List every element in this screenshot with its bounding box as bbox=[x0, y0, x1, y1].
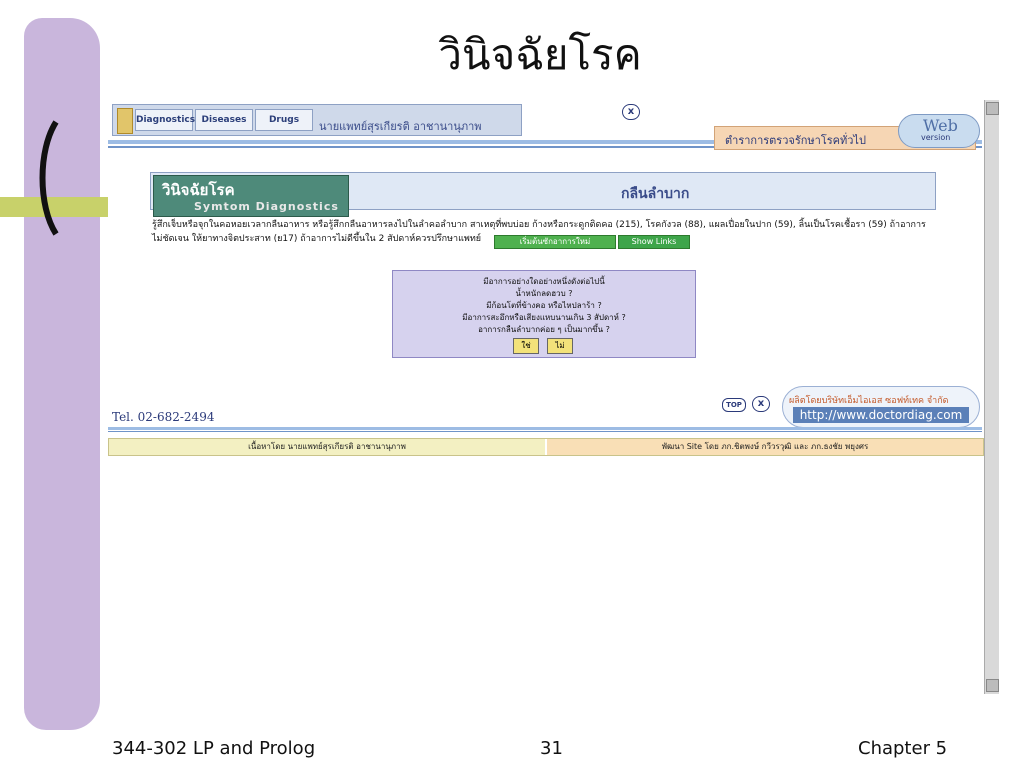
footer-divider-dark bbox=[108, 431, 982, 432]
symptom-heading: กลืนลำบาก bbox=[621, 186, 690, 202]
developer-credit: พัฒนา Site โดย ภก.ชิตพงษ์ กวีวรวุฒิ และ … bbox=[547, 439, 983, 455]
nav-diagnostics-tab[interactable]: Diagnostics bbox=[135, 109, 195, 131]
bracket-icon bbox=[39, 120, 59, 236]
close-icon[interactable]: x bbox=[752, 396, 770, 412]
top-button[interactable]: TOP bbox=[722, 398, 746, 412]
close-icon[interactable]: x bbox=[622, 104, 640, 120]
vertical-scrollbar[interactable] bbox=[984, 100, 999, 694]
doctor-name: นายแพทย์สุรเกียรติ อาชานานุภาพ bbox=[319, 120, 482, 133]
footer-divider bbox=[108, 427, 982, 430]
web-badge-version: version bbox=[921, 133, 951, 142]
no-button[interactable]: ไม่ bbox=[547, 338, 573, 354]
embedded-web-page: Diagnostics Diseases Drugs นายแพทย์สุรเก… bbox=[108, 100, 984, 694]
nav-drugs-tab[interactable]: Drugs bbox=[255, 109, 313, 131]
website-url-link[interactable]: http://www.doctordiag.com bbox=[793, 407, 969, 423]
company-brand: ผลิตโดยบริษัทเอ็มไอเอส ซอฟท์เทค จำกัด ht… bbox=[782, 386, 980, 428]
slide-footer-chapter: Chapter 5 bbox=[858, 738, 948, 759]
symptom-description-line2: ไม่ชัดเจน ให้ยาทางจิตประสาท (ย17) ถ้าอาก… bbox=[152, 234, 482, 244]
question-box: มีอาการอย่างใดอย่างหนึ่งดังต่อไปนี้ น้ำห… bbox=[392, 270, 696, 358]
symptom-diagnostics-logo: วินิจฉัยโรค Symtom Diagnostics bbox=[153, 175, 349, 217]
bookmark-icon bbox=[117, 108, 133, 134]
restart-diagnosis-button[interactable]: เริ่มต้นซักอาการใหม่ bbox=[494, 235, 616, 249]
logo-thai-text: วินิจฉัยโรค bbox=[162, 181, 235, 199]
logo-english-text: Symtom Diagnostics bbox=[194, 200, 339, 213]
content-credit: เนื้อหาโดย นายแพทย์สุรเกียรติ อาชานานุภา… bbox=[109, 439, 545, 455]
top-navigation-bar: Diagnostics Diseases Drugs นายแพทย์สุรเก… bbox=[112, 104, 522, 136]
slide-footer-course: 344-302 LP and Prolog bbox=[112, 738, 316, 759]
scroll-up-arrow-icon[interactable] bbox=[986, 102, 999, 115]
nav-diseases-tab[interactable]: Diseases bbox=[195, 109, 253, 131]
textbook-banner-text: ตำราการตรวจรักษาโรคทั่วไป bbox=[725, 134, 866, 147]
scroll-down-arrow-icon[interactable] bbox=[986, 679, 999, 692]
credits-bar: เนื้อหาโดย นายแพทย์สุรเกียรติ อาชานานุภา… bbox=[108, 438, 984, 456]
web-version-badge: Web version bbox=[898, 114, 980, 148]
telephone-number: Tel. 02-682-2494 bbox=[112, 410, 215, 424]
show-links-button[interactable]: Show Links bbox=[618, 235, 690, 249]
symptom-description-line1: รู้สึกเจ็บหรือจุกในคอหอยเวลากลืนอาหาร หร… bbox=[152, 220, 926, 230]
symptom-panel: วินิจฉัยโรค Symtom Diagnostics กลืนลำบาก bbox=[150, 172, 936, 217]
question-line: อาการกลืนลำบากค่อย ๆ เป็นมากขึ้น ? bbox=[478, 325, 610, 334]
slide-title: วินิจฉัยโรค bbox=[438, 30, 642, 79]
company-name: ผลิตโดยบริษัทเอ็มไอเอส ซอฟท์เทค จำกัด bbox=[789, 396, 949, 406]
yes-button[interactable]: ใช่ bbox=[513, 338, 539, 354]
slide-page-number: 31 bbox=[540, 738, 563, 759]
